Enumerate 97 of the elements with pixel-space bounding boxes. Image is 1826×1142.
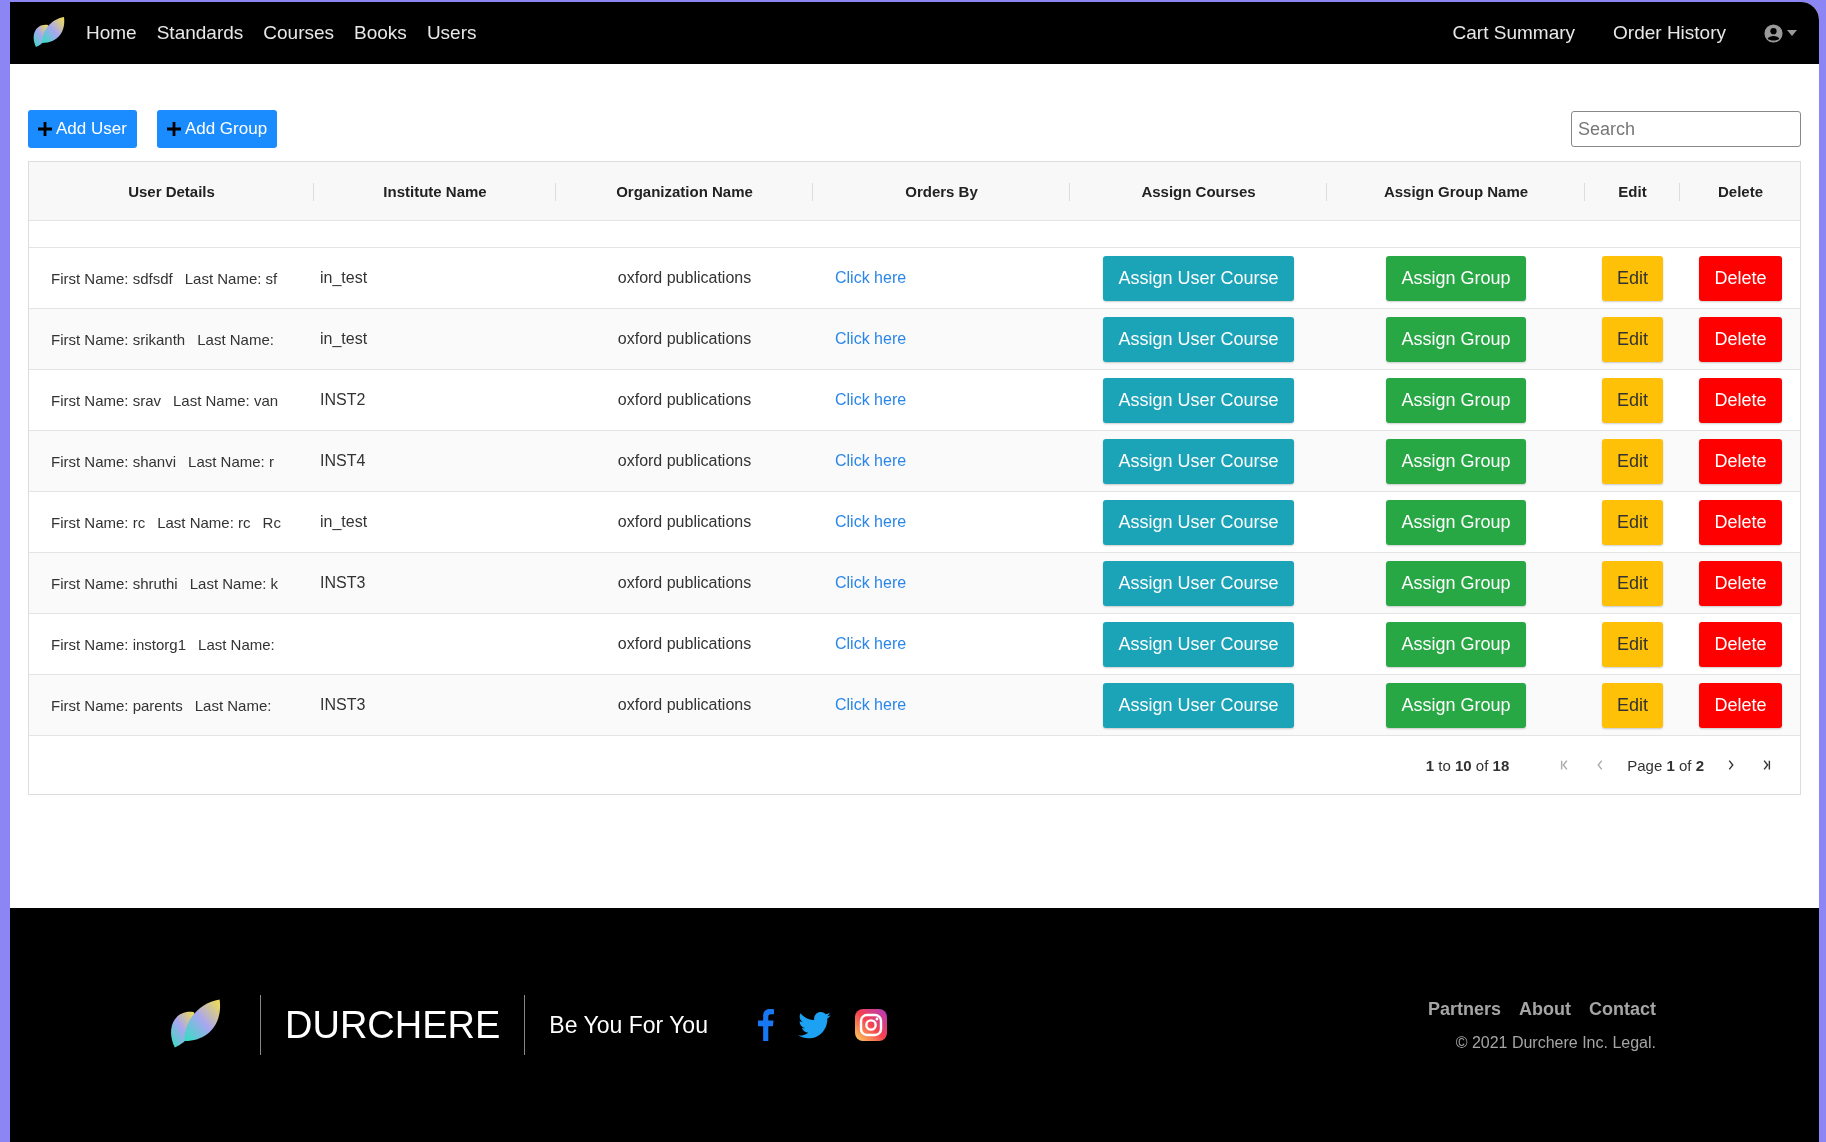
edit-button[interactable]: Edit — [1602, 377, 1663, 423]
assign-course-button[interactable]: Assign User Course — [1103, 682, 1294, 728]
assign-course-button[interactable]: Assign User Course — [1103, 621, 1294, 667]
add-button[interactable]: Add Group — [156, 110, 278, 148]
table-cell: INST2 — [320, 391, 366, 409]
orders-link[interactable]: Click here — [835, 635, 907, 653]
user-icon — [1764, 23, 1783, 43]
table-cell: in_test — [320, 269, 368, 287]
delete-button[interactable]: Delete — [1699, 682, 1782, 728]
column-header[interactable]: User Details — [29, 182, 314, 200]
facebook-icon[interactable] — [757, 1009, 774, 1041]
orders-link[interactable]: Click here — [835, 513, 907, 531]
column-header[interactable]: Organization Name — [556, 182, 813, 200]
table-cell: oxford publications — [617, 269, 752, 287]
delete-button[interactable]: Delete — [1699, 438, 1782, 484]
add-button[interactable]: Add User — [28, 110, 137, 148]
column-header[interactable]: Orders By — [813, 182, 1070, 200]
table-cell: INST3 — [320, 696, 366, 714]
table-cell: oxford publications — [617, 696, 752, 714]
delete-button[interactable]: Delete — [1699, 621, 1782, 667]
delete-button[interactable]: Delete — [1699, 377, 1782, 423]
assign-group-button[interactable]: Assign Group — [1386, 560, 1526, 606]
assign-course-button[interactable]: Assign User Course — [1103, 499, 1294, 545]
orders-link[interactable]: Click here — [835, 391, 907, 409]
account-menu[interactable] — [1764, 23, 1797, 43]
orders-link[interactable]: Click here — [835, 574, 907, 592]
table-cell: oxford publications — [617, 452, 752, 470]
column-header[interactable]: Institute Name — [314, 182, 556, 200]
table-cell: in_test — [320, 513, 368, 531]
table-cell: oxford publications — [617, 513, 752, 531]
footer-link[interactable]: Partners — [1427, 998, 1501, 1020]
nav-link[interactable]: Standards — [156, 22, 244, 44]
column-header[interactable]: Assign Courses — [1070, 182, 1327, 200]
nav-link[interactable]: Home — [86, 22, 137, 44]
edit-button[interactable]: Edit — [1602, 255, 1663, 301]
tagline: Be You For You — [549, 1011, 708, 1039]
user-details-cell-text: First Name: shanvi Last Name: r — [50, 452, 275, 470]
assign-group-button[interactable]: Assign Group — [1386, 499, 1526, 545]
edit-button[interactable]: Edit — [1602, 316, 1663, 362]
page-indicator: Page 1 of 2 — [1627, 756, 1704, 774]
user-details-cell-text: First Name: parents Last Name: — [50, 696, 273, 714]
brand-name: DURCHERE — [285, 1003, 501, 1047]
nav-link[interactable]: Cart Summary — [1452, 22, 1576, 44]
delete-button[interactable]: Delete — [1699, 499, 1782, 545]
column-header[interactable]: Delete — [1680, 182, 1801, 200]
edit-button[interactable]: Edit — [1602, 499, 1663, 545]
nav-link[interactable]: Books — [354, 22, 407, 44]
table-cell: oxford publications — [617, 330, 752, 348]
table-cell: oxford publications — [617, 391, 752, 409]
delete-button[interactable]: Delete — [1699, 560, 1782, 606]
bird-icon[interactable] — [797, 1011, 831, 1039]
orders-link[interactable]: Click here — [835, 269, 907, 287]
user-details-cell-text: First Name: instorg1 Last Name: — [50, 635, 276, 653]
user-details-cell-text: First Name: sdfsdf Last Name: sf — [50, 269, 279, 287]
delete-button[interactable]: Delete — [1699, 255, 1782, 301]
nav-link[interactable]: Courses — [263, 22, 335, 44]
orders-link[interactable]: Click here — [835, 330, 907, 348]
footer-link[interactable]: About — [1519, 998, 1571, 1020]
nav-link[interactable]: Order History — [1613, 22, 1726, 44]
column-header[interactable]: Edit — [1585, 182, 1680, 200]
edit-button[interactable]: Edit — [1602, 621, 1663, 667]
assign-course-button[interactable]: Assign User Course — [1103, 316, 1294, 362]
row-count: 1 to 10 of 18 — [1425, 756, 1510, 774]
search-field[interactable]: Search — [1571, 111, 1801, 147]
assign-group-button[interactable]: Assign Group — [1386, 438, 1526, 484]
edit-button[interactable]: Edit — [1602, 438, 1663, 484]
assign-group-button[interactable]: Assign Group — [1386, 316, 1526, 362]
camera-icon[interactable] — [854, 1009, 887, 1041]
assign-group-button[interactable]: Assign Group — [1386, 377, 1526, 423]
plus-icon — [166, 122, 181, 136]
orders-link[interactable]: Click here — [835, 696, 907, 714]
edit-button[interactable]: Edit — [1602, 682, 1663, 728]
assign-course-button[interactable]: Assign User Course — [1103, 255, 1294, 301]
assign-group-button[interactable]: Assign Group — [1386, 255, 1526, 301]
user-details-cell-text: First Name: srav Last Name: van — [50, 391, 280, 409]
orders-link[interactable]: Click here — [835, 452, 907, 470]
plus-icon — [38, 122, 52, 136]
copyright: © 2021 Durchere Inc. Legal. — [1455, 1033, 1656, 1052]
assign-course-button[interactable]: Assign User Course — [1103, 377, 1294, 423]
table-cell: INST3 — [320, 574, 366, 592]
delete-button[interactable]: Delete — [1699, 316, 1782, 362]
table-cell: oxford publications — [617, 635, 752, 653]
nav-link[interactable]: Users — [426, 22, 477, 44]
assign-course-button[interactable]: Assign User Course — [1103, 560, 1294, 606]
table-cell: oxford publications — [617, 574, 752, 592]
assign-group-button[interactable]: Assign Group — [1386, 621, 1526, 667]
table-cell: INST4 — [320, 452, 366, 470]
footer-link[interactable]: Contact — [1589, 998, 1656, 1020]
assign-course-button[interactable]: Assign User Course — [1103, 438, 1294, 484]
caret-icon — [1787, 30, 1797, 36]
assign-group-button[interactable]: Assign Group — [1386, 682, 1526, 728]
user-details-cell-text: First Name: rc Last Name: rc Rc — [50, 513, 282, 531]
user-details-cell-text: First Name: shruthi Last Name: k — [50, 574, 280, 592]
table-cell: in_test — [320, 330, 368, 348]
user-details-cell-text: First Name: srikanth Last Name: — [50, 330, 275, 348]
column-header[interactable]: Assign Group Name — [1327, 182, 1585, 200]
edit-button[interactable]: Edit — [1602, 560, 1663, 606]
